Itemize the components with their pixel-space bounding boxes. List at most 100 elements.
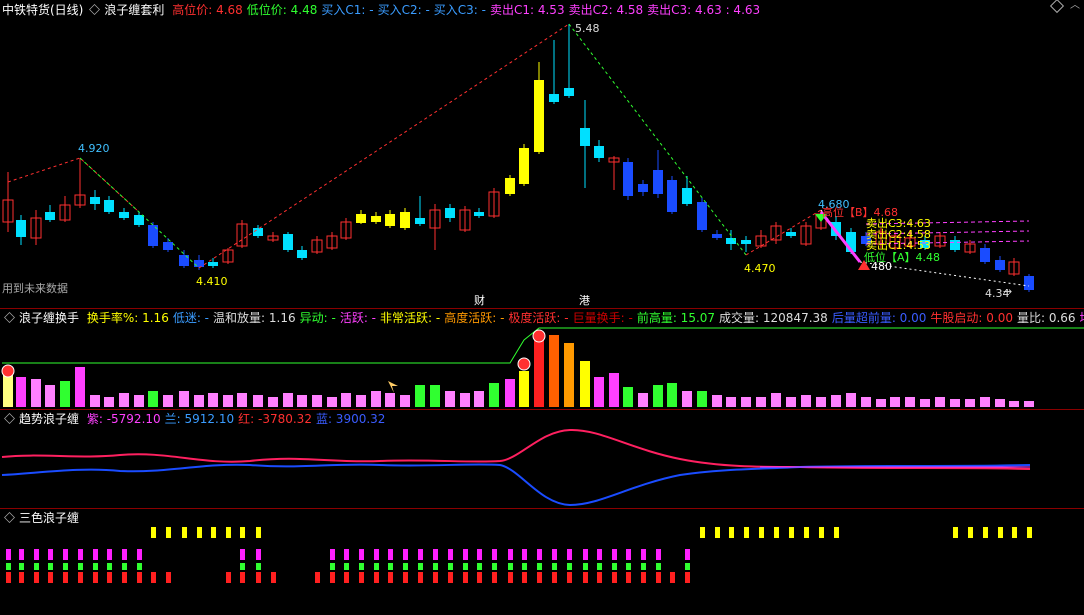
green-mark	[656, 563, 661, 570]
zigzag-line	[745, 209, 822, 256]
green-mark	[256, 563, 261, 570]
green-mark	[374, 563, 379, 570]
yellow-mark	[226, 527, 231, 538]
red-mark	[567, 572, 572, 583]
candle-body	[638, 184, 648, 192]
turnover-bar	[445, 391, 455, 407]
turnover-bar	[564, 343, 574, 407]
turnover-bar	[179, 391, 189, 407]
turnover-bar	[104, 397, 114, 407]
turnover-bar	[268, 397, 278, 407]
turnover-bar	[935, 397, 945, 407]
red-mark	[48, 572, 53, 583]
magenta-mark	[641, 549, 646, 560]
magenta-mark	[19, 549, 24, 560]
turnover-pane[interactable]: 浪子缠换手 换手率%: 1.16 低迷: - 温和放量: 1.16 异动: - 活跃: …	[0, 308, 1084, 410]
expand-icon[interactable]	[89, 4, 101, 15]
price-label: 480	[871, 260, 892, 273]
magenta-mark	[93, 549, 98, 560]
candle-body	[253, 228, 263, 236]
turnover-bar	[697, 391, 707, 407]
turnover-title[interactable]: 浪子缠换手	[19, 311, 79, 325]
turnover-header-item: 温和放量: 1.16	[213, 311, 296, 325]
magenta-mark	[508, 549, 513, 560]
green-mark	[122, 563, 127, 570]
yellow-mark	[182, 527, 187, 538]
magenta-mark	[418, 549, 423, 560]
candle-body	[712, 234, 722, 238]
turnover-bar	[194, 395, 204, 407]
magenta-mark	[78, 549, 83, 560]
tricolor-marks[interactable]	[0, 508, 1084, 614]
turnover-bar	[283, 393, 293, 407]
candle-body	[534, 80, 544, 152]
trend-title[interactable]: 趋势浪子缠	[19, 412, 79, 426]
turnover-bar	[580, 361, 590, 407]
red-mark	[508, 572, 513, 583]
red-mark	[685, 572, 690, 583]
turnover-bar	[371, 391, 381, 407]
green-mark	[6, 563, 11, 570]
expand-icon[interactable]	[4, 413, 15, 424]
price-label: 4.470	[744, 262, 776, 275]
turnover-bar	[148, 391, 158, 407]
red-mark	[256, 572, 261, 583]
expand-icon[interactable]	[4, 512, 15, 523]
green-mark	[612, 563, 617, 570]
green-mark	[240, 563, 245, 570]
turnover-bar	[312, 395, 322, 407]
expand-icon[interactable]	[4, 312, 15, 323]
candle-body	[474, 212, 484, 216]
turnover-bar	[726, 397, 736, 407]
turnover-bar	[995, 399, 1005, 407]
turnover-bar	[905, 397, 915, 407]
hk-marker: 港	[579, 294, 590, 307]
magenta-mark	[537, 549, 542, 560]
turnover-bar	[16, 377, 26, 407]
chevron-up-icon[interactable]: ︿	[1070, 1, 1080, 11]
trend-pane[interactable]: 趋势浪子缠 紫: -5792.10 兰: 5912.10 红: -3780.32 蓝:…	[0, 409, 1084, 509]
magenta-mark	[522, 549, 527, 560]
turnover-bar	[253, 395, 263, 407]
green-mark	[583, 563, 588, 570]
red-mark	[522, 572, 527, 583]
stock-title: 中铁特货(日线)	[2, 3, 84, 17]
turnover-bar	[223, 395, 233, 407]
candle-body	[667, 180, 677, 212]
turnover-bar	[534, 337, 544, 407]
price-label: 4.410	[196, 275, 228, 288]
price-header-item: 卖出C2: 4.58	[568, 3, 644, 17]
yellow-mark	[819, 527, 824, 538]
window-controls: ︿	[1049, 0, 1080, 14]
green-mark	[477, 563, 482, 570]
tricolor-pane[interactable]: 三色浪子缠	[0, 508, 1084, 614]
magenta-mark	[374, 549, 379, 560]
price-header-item: 买入C2: -	[377, 3, 430, 17]
price-header-item: 卖出C3: 4.63 : 4.63	[647, 3, 761, 17]
candle-body	[682, 188, 692, 204]
tricolor-title[interactable]: 三色浪子缠	[19, 511, 79, 525]
trend-header-item: 兰: 5912.10	[164, 412, 235, 426]
candle-body	[995, 260, 1005, 270]
indicator-name[interactable]: 浪子缠套利	[104, 3, 164, 17]
green-mark	[78, 563, 83, 570]
red-mark	[612, 572, 617, 583]
red-mark	[492, 572, 497, 583]
turnover-bar	[489, 383, 499, 407]
turnover-bar	[237, 393, 247, 407]
turnover-bar	[430, 385, 440, 407]
price-pane[interactable]: 4.920 5.48 4.410 4.470 4.680 4.34 → 高位【B】4.68 卖出…	[0, 0, 1084, 309]
price-header-item: 高位价: 4.68	[172, 3, 243, 17]
magenta-mark	[63, 549, 68, 560]
turnover-bar	[400, 395, 410, 407]
magenta-mark	[583, 549, 588, 560]
yellow-mark	[774, 527, 779, 538]
red-mark	[433, 572, 438, 583]
turnover-bar	[460, 393, 470, 407]
turnover-bar	[950, 399, 960, 407]
zigzag-line	[198, 23, 570, 269]
candle-body	[445, 208, 455, 218]
magenta-mark	[359, 549, 364, 560]
candlestick-chart[interactable]: 4.9205.484.4104.4704.6804.34→高位【B】4.68卖出…	[0, 0, 1084, 308]
red-mark	[641, 572, 646, 583]
